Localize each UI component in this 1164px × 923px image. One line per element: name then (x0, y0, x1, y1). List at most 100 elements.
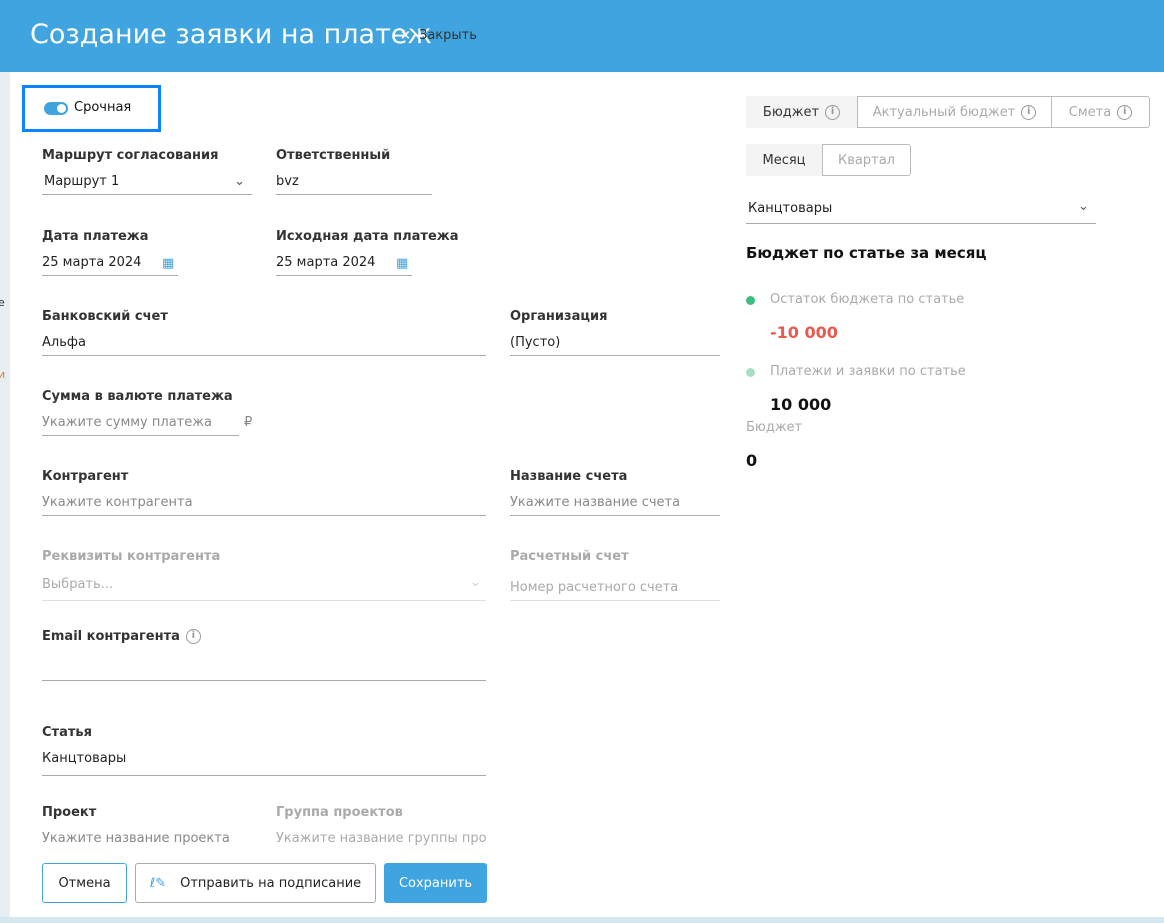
project-field[interactable]: Проект Укажите название проекта (42, 805, 252, 850)
settlement-account-input: Номер расчетного счета (510, 580, 679, 595)
ruble-icon: ₽ (244, 415, 253, 430)
divider (276, 275, 412, 276)
field-label: Реквизиты контрагента (42, 549, 221, 564)
divider (510, 515, 720, 516)
organization-field[interactable]: Организация (Пусто) (510, 309, 720, 356)
field-label: Исходная дата платежа (276, 229, 459, 244)
background-strip (0, 917, 1164, 923)
divider (276, 194, 432, 195)
counterparty-field[interactable]: Контрагент Укажите контрагента (42, 469, 486, 516)
divider (510, 355, 720, 356)
field-label: Расчетный счет (510, 549, 629, 564)
bank-account-input[interactable]: Альфа (42, 335, 86, 350)
sidebar-fragment: и (0, 368, 6, 381)
field-label: Группа проектов (276, 805, 403, 820)
bank-account-field[interactable]: Банковский счет Альфа (42, 309, 486, 356)
original-date-input[interactable]: 25 марта 2024 (276, 255, 375, 270)
payment-date-field[interactable]: Дата платежа 25 марта 2024 ▦ (42, 229, 178, 276)
divider (42, 680, 486, 681)
calendar-icon[interactable]: ▦ (396, 256, 408, 271)
responsible-input[interactable]: bvz (276, 174, 299, 189)
invoice-name-input[interactable]: Укажите название счета (510, 495, 680, 510)
payments-legend-dot (746, 368, 755, 377)
article-input[interactable]: Канцтовары (42, 751, 126, 766)
divider (42, 775, 486, 776)
divider (42, 435, 239, 436)
field-label: Ответственный (276, 148, 391, 163)
payments-value: 10 000 (770, 395, 832, 414)
urgent-toggle-container[interactable]: Срочная (22, 85, 161, 132)
urgent-label: Срочная (74, 100, 132, 115)
email-field[interactable]: Email контрагента i (42, 629, 486, 681)
amount-field[interactable]: Сумма в валюте платежа Укажите сумму пла… (42, 389, 252, 436)
route-field[interactable]: Маршрут согласования Маршрут 1 ⌄ (42, 148, 252, 195)
project-input[interactable]: Укажите название проекта (42, 831, 230, 846)
remainder-value: -10 000 (770, 323, 838, 342)
field-label: Банковский счет (42, 309, 168, 324)
counterparty-input[interactable]: Укажите контрагента (42, 495, 193, 510)
budget-value: 0 (746, 451, 758, 470)
close-link[interactable]: Закрыть (419, 28, 477, 43)
chevron-down-icon[interactable]: ⌄ (1078, 199, 1089, 214)
payments-label: Платежи и заявки по статье (770, 364, 966, 379)
budget-heading: Бюджет по статье за месяц (746, 244, 987, 262)
sidebar-fragment: е (0, 296, 5, 309)
project-group-field: Группа проектов Укажите название группы … (276, 805, 486, 850)
close-icon[interactable]: × (400, 28, 411, 43)
tab-month[interactable]: Месяц (746, 144, 822, 176)
field-label: Название счета (510, 469, 628, 484)
counterparty-details-field: Реквизиты контрагента Выбрать... ⌄ (42, 549, 486, 601)
info-icon[interactable]: i (1021, 104, 1037, 120)
cancel-button[interactable]: Отмена (42, 863, 127, 903)
info-icon[interactable]: i (185, 629, 201, 644)
divider (746, 223, 1096, 224)
field-label: Статья (42, 725, 92, 740)
field-label: Проект (42, 805, 97, 820)
chevron-down-icon: ⌄ (470, 575, 481, 590)
send-for-signing-button[interactable]: ℓ✎ Отправить на подписание (135, 863, 376, 903)
article-field[interactable]: Статья Канцтовары (42, 725, 486, 776)
tab-budget[interactable]: Бюджет i (746, 96, 857, 128)
field-label: Сумма в валюте платежа (42, 389, 233, 404)
field-label: Контрагент (42, 469, 129, 484)
route-select[interactable]: Маршрут 1 (44, 174, 119, 189)
save-button[interactable]: Сохранить (384, 863, 487, 903)
chevron-down-icon[interactable]: ⌄ (234, 174, 245, 189)
calendar-icon[interactable]: ▦ (162, 256, 174, 271)
organization-input[interactable]: (Пусто) (510, 335, 560, 350)
field-label: Организация (510, 309, 608, 324)
project-group-input: Укажите название группы проек (276, 831, 486, 846)
field-label-text: Email контрагента (42, 629, 180, 644)
divider (42, 355, 486, 356)
divider (42, 600, 486, 601)
remainder-label: Остаток бюджета по статье (770, 292, 965, 307)
tab-actual-budget[interactable]: Актуальный бюджет i (857, 96, 1052, 128)
budget-article-value[interactable]: Канцтовары (748, 201, 832, 216)
period-tabs: Месяц Квартал (746, 144, 911, 176)
settlement-account-field: Расчетный счет Номер расчетного счета (510, 549, 720, 601)
counterparty-details-select: Выбрать... (42, 577, 114, 592)
remainder-legend-dot (746, 296, 755, 305)
button-label: Отправить на подписание (180, 875, 362, 891)
tab-label: Бюджет (762, 104, 820, 120)
info-icon[interactable]: i (825, 104, 841, 120)
tab-label: Смета (1068, 104, 1112, 120)
tab-label: Актуальный бюджет (872, 104, 1016, 120)
divider (510, 600, 720, 601)
modal-header: Создание заявки на платеж × Закрыть (0, 0, 1164, 72)
field-label: Дата платежа (42, 229, 149, 244)
info-icon[interactable]: i (1117, 104, 1133, 120)
invoice-name-field[interactable]: Название счета Укажите название счета (510, 469, 720, 516)
budget-label: Бюджет (746, 420, 803, 435)
original-date-field[interactable]: Исходная дата платежа 25 марта 2024 ▦ (276, 229, 459, 276)
budget-type-tabs: Бюджет i Актуальный бюджет i Смета i (746, 96, 1150, 128)
urgent-toggle[interactable] (44, 102, 68, 115)
tab-estimate[interactable]: Смета i (1052, 96, 1150, 128)
payment-date-input[interactable]: 25 марта 2024 (42, 255, 141, 270)
amount-input[interactable]: Укажите сумму платежа (42, 415, 212, 430)
field-label: Маршрут согласования (42, 148, 219, 163)
tab-quarter[interactable]: Квартал (822, 144, 911, 176)
divider (42, 275, 178, 276)
responsible-field[interactable]: Ответственный bvz (276, 148, 432, 195)
background-sidebar: е и (0, 72, 10, 923)
